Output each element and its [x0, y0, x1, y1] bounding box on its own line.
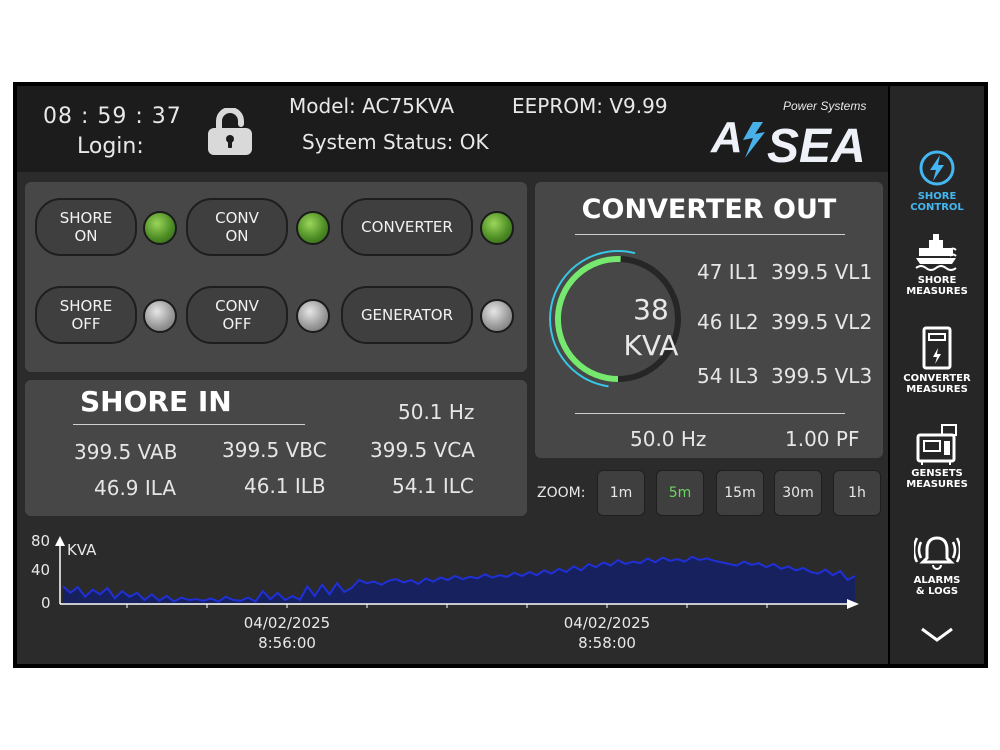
genset-icon: [916, 424, 957, 465]
login-label[interactable]: Login:: [77, 134, 144, 159]
device-frame: 08 : 59 : 37 Login: Model: AC75KVA Syste…: [13, 82, 988, 668]
bell-icon: [912, 536, 962, 570]
y-tick-label: 80: [31, 532, 50, 550]
eeprom-version: EEPROM: V9.99: [512, 94, 668, 118]
converter-button[interactable]: CONVERTER: [341, 198, 473, 256]
x-tick-time: 8:58:00: [578, 634, 636, 652]
shore-in-ila: 46.9 ILA: [94, 476, 177, 500]
sidebar-more-button[interactable]: [890, 626, 984, 647]
kva-value: 38: [633, 293, 669, 326]
sidebar-item-shore-control[interactable]: SHORE CONTROL: [890, 148, 984, 213]
converter-il1: 47 IL1: [697, 260, 759, 284]
sidebar-item-converter-measures[interactable]: CONVERTER MEASURES: [890, 326, 984, 395]
shore-in-vca: 399.5 VCA: [370, 438, 475, 462]
converter-frequency: 50.0 Hz: [630, 427, 707, 451]
shore-in-frequency: 50.1 Hz: [398, 400, 475, 424]
conv-on-indicator: [296, 211, 330, 245]
zoom-30m-button[interactable]: 30m: [774, 470, 822, 516]
conv-off-indicator: [296, 299, 330, 333]
shore-off-indicator: [143, 299, 177, 333]
converter-il2: 46 IL2: [697, 310, 759, 334]
control-panel: SHORE ON CONV ON CONVERTER SHORE OFF CONV OF…: [25, 182, 527, 372]
y-axis-arrow-icon: [55, 536, 65, 546]
sidebar-item-gensets-measures[interactable]: GENSETS MEASURES: [890, 421, 984, 490]
conv-off-button[interactable]: CONV OFF: [186, 286, 288, 344]
shore-in-vab: 399.5 VAB: [74, 440, 178, 464]
converter-out-panel: CONVERTER OUT 38 KVA 47 IL1 399.5 VL1 46…: [535, 182, 883, 458]
converter-vl2: 399.5 VL2: [771, 310, 873, 334]
brand-name-rest: SEA: [767, 120, 866, 168]
converter-out-underline: [575, 234, 845, 235]
shore-on-indicator: [143, 211, 177, 245]
shore-in-panel: SHORE IN 50.1 Hz 399.5 VAB 399.5 VBC 399…: [25, 380, 527, 516]
converter-il3: 54 IL3: [697, 364, 759, 388]
shore-in-ilc: 54.1 ILC: [392, 474, 474, 498]
x-tick-date: 04/02/2025: [564, 614, 650, 632]
x-tick-date: 04/02/2025: [244, 614, 330, 632]
shore-in-vbc: 399.5 VBC: [222, 438, 327, 462]
brand-logo: Power Systems A SEA: [709, 92, 879, 173]
kva-history-chart: 80 40 0 KVA 04/02/2025 8:56:00 04/02/202…: [31, 532, 859, 652]
x-tick-time: 8:56:00: [258, 634, 316, 652]
converter-vl1: 399.5 VL1: [771, 260, 873, 284]
sidebar-nav: SHORE CONTROL SHORE MEASURES CONVERTER M…: [890, 86, 984, 664]
model-label: Model: AC75KVA: [289, 94, 455, 118]
zoom-15m-button[interactable]: 15m: [716, 470, 764, 516]
generator-button[interactable]: GENERATOR: [341, 286, 473, 344]
shore-in-underline: [73, 424, 305, 425]
sidebar-item-alarms-logs[interactable]: ALARMS & LOGS: [890, 532, 984, 597]
sidebar-item-shore-measures[interactable]: SHORE MEASURES: [890, 232, 984, 297]
zoom-label: ZOOM:: [537, 485, 586, 501]
generator-indicator: [480, 299, 514, 333]
conv-on-button[interactable]: CONV ON: [186, 198, 288, 256]
zoom-5m-button[interactable]: 5m: [656, 470, 704, 516]
shore-in-ilb: 46.1 ILB: [244, 474, 326, 498]
zoom-1m-button[interactable]: 1m: [597, 470, 645, 516]
kva-unit: KVA: [623, 329, 679, 362]
chevron-down-icon: [921, 627, 953, 642]
brand-tagline: Power Systems: [783, 99, 866, 113]
converter-out-divider: [575, 413, 845, 414]
y-tick-label: 40: [31, 561, 50, 579]
converter-icon: [922, 326, 952, 370]
clock: 08 : 59 : 37: [43, 104, 182, 129]
system-status: System Status: OK: [302, 130, 489, 154]
converter-vl3: 399.5 VL3: [771, 364, 873, 388]
lightning-icon: [919, 150, 955, 186]
converter-indicator: [480, 211, 514, 245]
y-tick-label: 0: [41, 594, 51, 612]
ship-icon: [915, 234, 957, 271]
unlock-icon[interactable]: [205, 107, 255, 160]
zoom-1h-button[interactable]: 1h: [833, 470, 881, 516]
converter-power-factor: 1.00 PF: [785, 427, 860, 451]
shore-on-button[interactable]: SHORE ON: [35, 198, 137, 256]
shore-in-title: SHORE IN: [80, 385, 232, 418]
header-bar: 08 : 59 : 37 Login: Model: AC75KVA Syste…: [17, 86, 888, 173]
converter-out-title: CONVERTER OUT: [581, 194, 837, 225]
shore-off-button[interactable]: SHORE OFF: [35, 286, 137, 344]
logo-bolt-icon: [743, 122, 765, 158]
brand-name-a: A: [710, 113, 743, 162]
y-axis-label: KVA: [67, 541, 97, 559]
screen: 08 : 59 : 37 Login: Model: AC75KVA Syste…: [17, 86, 888, 664]
